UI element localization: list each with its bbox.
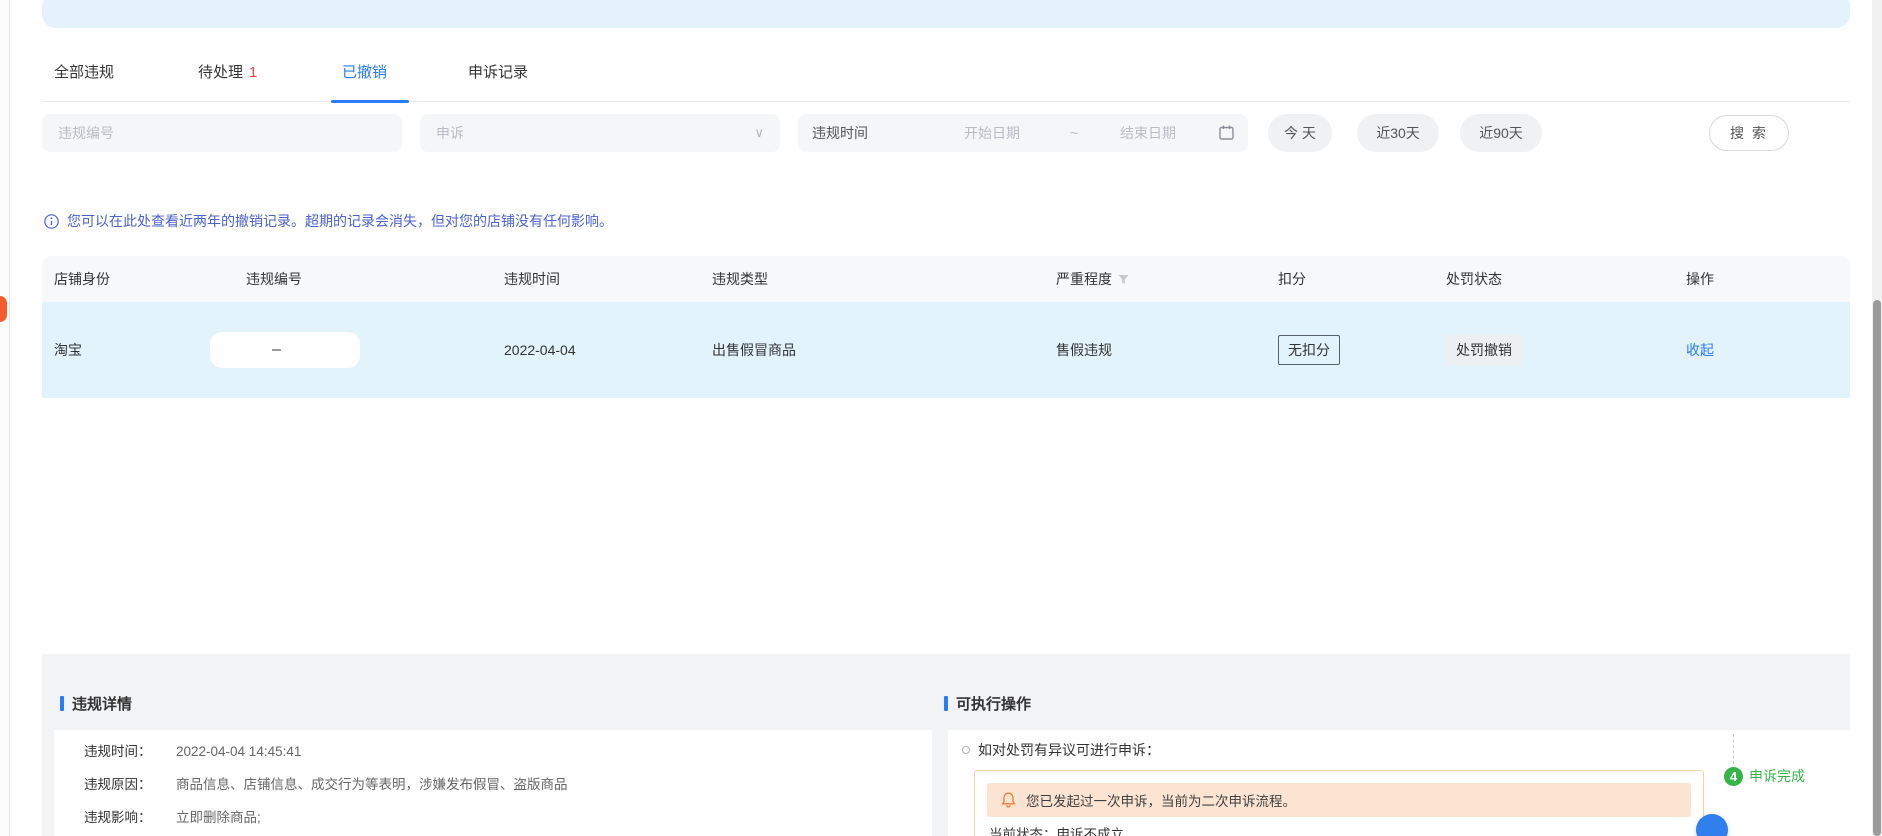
table-header-row: 店铺身份 违规编号 违规时间 违规类型 严重程度 扣分 处罚状态 操作 — [42, 256, 1850, 302]
quick-filter-label: 近30天 — [1376, 125, 1420, 141]
header-severity: 严重程度 — [1056, 256, 1278, 302]
violation-detail-title: 违规详情 — [60, 694, 133, 713]
quick-filter-30days-button[interactable]: 近30天 — [1357, 114, 1439, 152]
cell-violation-type: 出售假冒商品 — [712, 342, 796, 358]
date-range-picker[interactable]: 违规时间 开始日期 ~ 结束日期 — [798, 114, 1248, 152]
cell-penalty-status: 处罚撤销 — [1446, 302, 1686, 398]
redacted-violation-number — [210, 332, 360, 368]
appeal-status-panel: 您已发起过一次申诉，当前为二次申诉流程。 当前状态： 申诉不成立 剩余时间： 剩… — [974, 770, 1704, 836]
section-title-text: 违规详情 — [72, 695, 133, 713]
title-accent-bar — [60, 695, 64, 711]
start-date-input[interactable]: 开始日期 — [964, 123, 1020, 143]
section-title-text: 可执行操作 — [956, 695, 1032, 713]
cell-violation-time: 2022-04-04 — [504, 342, 576, 358]
active-tab-indicator — [331, 100, 409, 103]
calendar-icon[interactable] — [1219, 125, 1234, 143]
tab-label: 申诉记录 — [468, 64, 529, 81]
quick-filter-label: 近90天 — [1479, 125, 1523, 141]
cell-actions: 收起 — [1686, 302, 1850, 398]
appeal-step-number: 4 — [1724, 766, 1743, 786]
appeal-prompt-text: 如对处罚有异议可进行申诉： — [978, 742, 1160, 758]
side-panel-handle[interactable] — [0, 296, 7, 322]
appeal-prompt-row: 如对处罚有异议可进行申诉： — [962, 740, 1160, 760]
end-date-input[interactable]: 结束日期 — [1120, 123, 1176, 143]
cell-severity: 售假违规 — [1056, 342, 1112, 358]
executable-actions-title: 可执行操作 — [944, 694, 1032, 713]
quick-filter-90days-button[interactable]: 近90天 — [1460, 114, 1542, 152]
header-violation-type: 违规类型 — [712, 271, 768, 287]
detail-field-reason: 违规原因： 商品信息、店铺信息、成交行为等表明，涉嫌发布假冒、盗版商品 — [84, 777, 568, 792]
tab-label: 已撤销 — [342, 64, 388, 81]
cell-points: 无扣分 — [1278, 302, 1446, 398]
violations-table: 店铺身份 违规编号 违规时间 违规类型 严重程度 扣分 处罚状态 操作 淘宝 2… — [42, 256, 1850, 836]
tab-appeal-records[interactable]: 申诉记录 — [468, 44, 528, 102]
pending-count-badge: 1 — [249, 64, 258, 81]
header-shop-identity: 店铺身份 — [54, 271, 110, 287]
appeal-select[interactable]: 申诉 ∨ — [420, 114, 780, 152]
appeal-complete-badge: 4 申诉完成 — [1724, 766, 1805, 786]
tab-pending[interactable]: 待处理 1 — [198, 44, 257, 102]
scrollbar-track[interactable] — [1872, 0, 1882, 836]
top-banner — [42, 0, 1850, 28]
appeal-complete-label: 申诉完成 — [1749, 768, 1805, 784]
timeline-dashed-connector — [1733, 734, 1734, 764]
left-rail — [0, 0, 10, 836]
tab-revoked[interactable]: 已撤销 — [342, 44, 387, 102]
appeal-alert: 您已发起过一次申诉，当前为二次申诉流程。 — [987, 783, 1691, 817]
search-button[interactable]: 搜 索 — [1709, 115, 1789, 151]
violation-number-input[interactable]: 违规编号 — [42, 114, 402, 152]
status-badge: 处罚撤销 — [1446, 335, 1522, 365]
header-points: 扣分 — [1278, 271, 1306, 287]
violation-number-placeholder: 违规编号 — [58, 125, 114, 141]
chevron-down-icon: ∨ — [754, 125, 764, 140]
table-row: 淘宝 2022-04-04 出售假冒商品 售假违规 无扣分 处罚撤销 收起 — [42, 302, 1850, 398]
notice-text: 您可以在此处查看近两年的撤销记录。超期的记录会消失，但对您的店铺没有任何影响。 — [67, 213, 613, 229]
quick-filter-today-button[interactable]: 今 天 — [1268, 114, 1332, 152]
bullet-circle-icon — [962, 746, 970, 754]
bell-icon — [1001, 792, 1016, 808]
header-penalty-status: 处罚状态 — [1446, 271, 1502, 287]
violation-management-page: 全部违规 待处理 1 已撤销 申诉记录 违规编号 申诉 ∨ 违规时间 开始日期 … — [0, 0, 1882, 836]
no-points-badge: 无扣分 — [1278, 335, 1340, 365]
main-content: 全部违规 待处理 1 已撤销 申诉记录 违规编号 申诉 ∨ 违规时间 开始日期 … — [42, 0, 1850, 836]
tab-label: 全部违规 — [54, 64, 115, 81]
appeal-alert-text: 您已发起过一次申诉，当前为二次申诉流程。 — [1026, 794, 1296, 809]
date-range-label: 违规时间 — [812, 125, 868, 141]
current-status-value: 申诉不成立 — [1056, 827, 1125, 836]
current-status-row: 当前状态： 申诉不成立 — [989, 825, 1124, 836]
header-violation-number: 违规编号 — [246, 271, 302, 287]
detail-field-impact: 违规影响： 立即删除商品; — [84, 810, 261, 825]
filter-bar: 违规编号 申诉 ∨ 违规时间 开始日期 ~ 结束日期 今 天 近30天 近90天… — [42, 114, 1850, 152]
violation-detail-card: 违规时间： 2022-04-04 14:45:41 违规原因： 商品信息、店铺信… — [54, 730, 932, 836]
detail-field-time: 违规时间： 2022-04-04 14:45:41 — [84, 744, 302, 759]
title-accent-bar — [944, 695, 948, 711]
quick-filter-label: 今 天 — [1284, 125, 1316, 141]
info-icon — [44, 213, 59, 229]
tab-all-violations[interactable]: 全部违规 — [54, 44, 114, 102]
collapse-link[interactable]: 收起 — [1686, 340, 1714, 360]
tab-bar: 全部违规 待处理 1 已撤销 申诉记录 — [42, 44, 1850, 103]
appeal-select-placeholder: 申诉 — [436, 125, 464, 141]
row-detail-section: 违规详情 违规时间： 2022-04-04 14:45:41 违规原因： 商品信… — [42, 654, 1850, 836]
notice-banner: 您可以在此处查看近两年的撤销记录。超期的记录会消失，但对您的店铺没有任何影响。 — [42, 210, 613, 232]
header-violation-time: 违规时间 — [504, 271, 560, 287]
header-actions: 操作 — [1686, 271, 1714, 287]
scrollbar-thumb[interactable] — [1873, 300, 1881, 836]
filter-funnel-icon[interactable] — [1118, 274, 1129, 285]
date-separator: ~ — [1070, 125, 1079, 141]
search-button-label: 搜 索 — [1730, 125, 1768, 141]
tab-label: 待处理 — [198, 64, 244, 81]
